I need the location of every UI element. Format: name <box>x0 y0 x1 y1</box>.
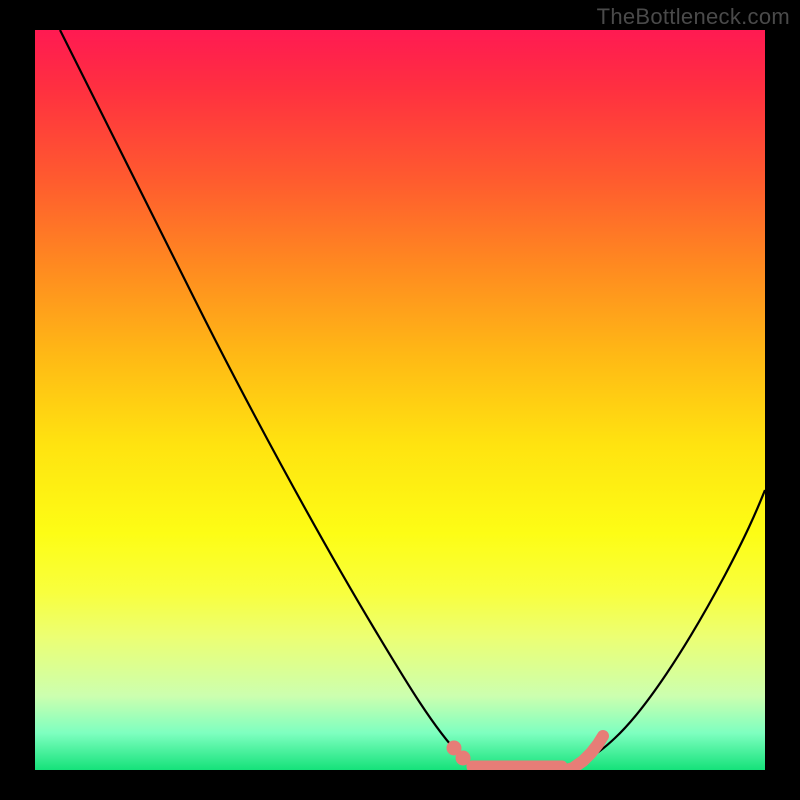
flat-highlight <box>447 736 603 770</box>
bottleneck-curve <box>60 30 765 769</box>
watermark-text: TheBottleneck.com <box>597 4 790 30</box>
chart-frame: TheBottleneck.com <box>0 0 800 800</box>
chart-overlay <box>35 30 765 770</box>
